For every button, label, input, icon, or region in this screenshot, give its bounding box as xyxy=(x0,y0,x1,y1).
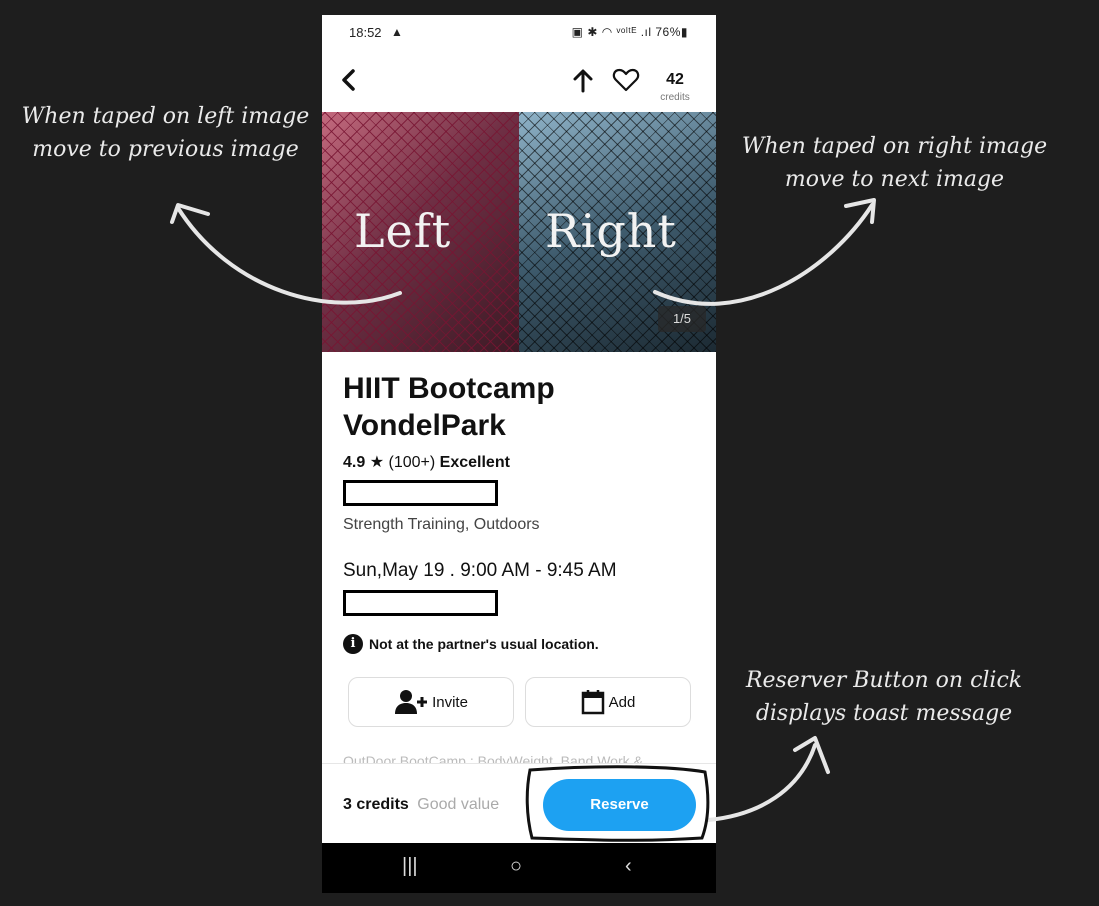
credits-count: 42 xyxy=(666,71,684,88)
warning-icon: ▲ xyxy=(391,25,403,39)
booking-bar: 3 credits Good value Reserve xyxy=(322,763,716,844)
add-label: Add xyxy=(608,693,636,711)
favorite-button[interactable] xyxy=(612,67,640,93)
left-label: Left xyxy=(354,204,452,258)
star-icon: ★ xyxy=(369,454,385,471)
notice-text: Not at the partner's usual location. xyxy=(369,636,599,652)
right-label: Right xyxy=(545,204,677,258)
calendar-icon xyxy=(581,690,604,715)
right-arrow-head xyxy=(844,198,876,224)
system-status-icons: ▣ ✱ ◠ ᵛᵒˡᵗᴱ .ıl 76%▮ xyxy=(571,25,688,39)
chevron-left-icon xyxy=(342,69,355,91)
annotation-reserve: Reserver Button on click displays toast … xyxy=(745,668,1023,726)
info-icon: i xyxy=(343,634,363,654)
phone-screen: 18:52 ▲ ▣ ✱ ◠ ᵛᵒˡᵗᴱ .ıl 76%▮ 42 credits … xyxy=(322,15,716,893)
gallery-right-image[interactable]: Right 1/5 xyxy=(519,112,716,352)
annotation-left: When taped on left image move to previou… xyxy=(21,104,310,162)
price-label: 3 credits Good value xyxy=(343,796,499,814)
page-title: HIIT Bootcamp VondelPark xyxy=(343,372,555,442)
rating-value: 4.9 xyxy=(343,454,366,471)
class-details: HIIT Bootcamp VondelPark 4.9 ★ (100+) Ex… xyxy=(343,370,703,654)
share-button[interactable] xyxy=(570,65,596,95)
arrow-up-icon xyxy=(573,69,593,93)
gallery-left-image[interactable]: Left xyxy=(322,112,519,352)
top-bar: 42 credits xyxy=(322,55,716,109)
back-button[interactable] xyxy=(336,65,366,95)
redacted-box xyxy=(343,590,498,616)
class-tags: Strength Training, Outdoors xyxy=(343,516,540,533)
action-buttons: Invite Add xyxy=(348,677,691,727)
credits-label: credits xyxy=(660,92,690,103)
redacted-box xyxy=(343,480,498,506)
price-credits: 3 credits xyxy=(343,796,409,813)
reserve-arrow-curve xyxy=(706,743,817,822)
invite-button[interactable]: Invite xyxy=(348,677,514,727)
system-nav-bar: ||| ○ ‹ xyxy=(322,843,716,893)
heart-icon xyxy=(612,68,640,92)
rating-word: Excellent xyxy=(439,454,510,471)
image-gallery: Left Right 1/5 xyxy=(322,112,716,352)
reserve-button[interactable]: Reserve xyxy=(543,779,696,831)
location-notice: i Not at the partner's usual location. xyxy=(343,634,703,654)
value-note: Good value xyxy=(417,796,500,813)
home-button[interactable]: ○ xyxy=(510,855,522,878)
recents-button[interactable]: ||| xyxy=(402,855,418,878)
status-time: 18:52 xyxy=(349,25,382,40)
annotation-right: When taped on right image move to next i… xyxy=(741,134,1048,192)
rating-row: 4.9 ★ (100+) Excellent xyxy=(343,452,703,472)
reserve-arrow-head xyxy=(793,736,830,774)
class-schedule: Sun,May 19 . 9:00 AM - 9:45 AM xyxy=(343,560,617,581)
add-to-calendar-button[interactable]: Add xyxy=(525,677,691,727)
invite-label: Invite xyxy=(432,693,468,711)
review-count: (100+) xyxy=(388,454,436,471)
add-user-icon xyxy=(395,690,428,714)
image-counter: 1/5 xyxy=(658,306,706,332)
nav-back-button[interactable]: ‹ xyxy=(625,855,632,878)
left-arrow-head xyxy=(170,203,210,224)
status-bar: 18:52 ▲ ▣ ✱ ◠ ᵛᵒˡᵗᴱ .ıl 76%▮ xyxy=(322,15,716,51)
